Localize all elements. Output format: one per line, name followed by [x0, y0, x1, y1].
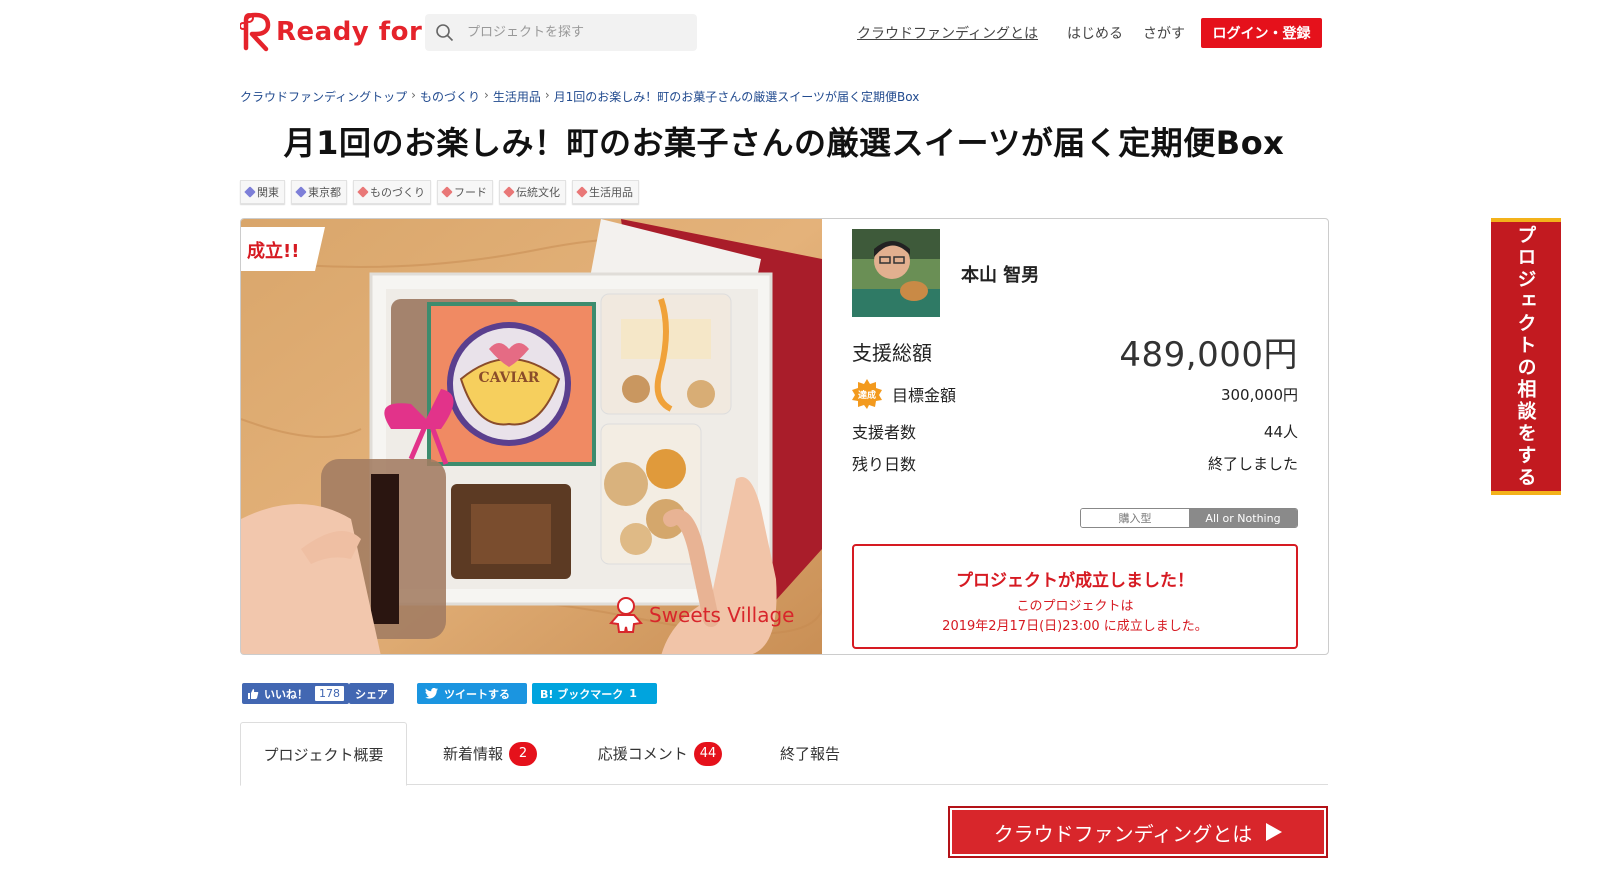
project-card: CAVIAR 成立!! Sweets Village 本山 智男 支援総額 48… [240, 218, 1329, 655]
total-label: 支援総額 [852, 341, 932, 365]
breadcrumb: クラウドファンディングトップ › ものづくり › 生活用品 › 月1回のお楽しみ… [240, 88, 919, 105]
days-left-row: 残り日数 終了しました [852, 451, 1298, 475]
tag-label: 生活用品 [589, 186, 633, 199]
news-count-badge: 2 [509, 741, 537, 766]
search-box[interactable] [425, 14, 697, 51]
type-purchase: 購入型 [1081, 509, 1189, 527]
success-flag-badge: 成立!! [241, 227, 325, 271]
gingerbread-icon [609, 597, 643, 633]
project-success-notice: プロジェクトが成立しました！ このプロジェクトは 2019年2月17日(日)23… [852, 544, 1298, 649]
owner-photo-image [852, 229, 940, 317]
breadcrumb-item[interactable]: 生活用品 [493, 88, 541, 105]
fb-like-count: 178 [315, 686, 344, 701]
tag-monozukuri[interactable]: ものづくり [353, 180, 431, 204]
tag-label: 伝統文化 [516, 186, 560, 199]
search-icon [436, 23, 454, 41]
comments-count-badge: 44 [693, 741, 723, 766]
sweets-box-photo: CAVIAR [241, 219, 822, 654]
hatena-bookmark-button[interactable]: B! ブックマーク 1 [532, 683, 657, 704]
fb-like-label: いいね！ [264, 687, 308, 701]
breadcrumb-item[interactable]: 月1回のお楽しみ！町のお菓子さんの厳選スイーツが届く定期便Box [554, 88, 920, 105]
project-consultation-side-tab[interactable]: プロジェクトの相談をする [1491, 218, 1561, 495]
achieved-badge-icon: 達成 [852, 379, 882, 409]
tab-project-overview[interactable]: プロジェクト概要 [240, 722, 407, 786]
readyfor-logo[interactable]: Ready for [240, 12, 422, 52]
tag-label: ものづくり [370, 186, 425, 199]
facebook-share-button[interactable]: シェア [349, 683, 394, 704]
sweets-village-logo: Sweets Village [609, 597, 794, 633]
days-value: 終了しました [1207, 454, 1298, 473]
backers-label: 支援者数 [852, 423, 917, 442]
success-flag-text: 成立!! [247, 240, 299, 262]
days-label: 残り日数 [852, 455, 917, 474]
tag-icon [441, 186, 453, 198]
backers-value: 44人 [1263, 422, 1298, 441]
breadcrumb-separator: › [484, 88, 489, 102]
logo-ribbon-icon [240, 12, 271, 52]
nav-about-crowdfunding[interactable]: クラウドファンディングとは [857, 23, 1038, 43]
page-title: 月1回のお楽しみ！町のお菓子さんの厳選スイーツが届く定期便Box [283, 124, 1285, 162]
caviar-text: CAVIAR [479, 370, 540, 386]
breadcrumb-separator: › [411, 88, 416, 102]
tag-tokyo[interactable]: 東京都 [291, 180, 347, 204]
tweet-label: ツイートする [444, 687, 510, 701]
twitter-bird-icon [425, 688, 438, 699]
owner-name[interactable]: 本山 智男 [961, 261, 1039, 287]
play-arrow-icon [1266, 823, 1283, 841]
tag-icon [576, 186, 588, 198]
hatena-label: B! ブックマーク [540, 687, 624, 701]
tab-label: 応援コメント [597, 745, 688, 763]
total-value: 489,000円 [1119, 335, 1298, 375]
achieved-badge-text: 達成 [858, 389, 876, 401]
goal-label: 目標金額 [892, 386, 957, 405]
success-line-1: このプロジェクトは [1016, 599, 1134, 614]
owner-avatar[interactable] [852, 229, 940, 317]
tab-label: 新着情報 [442, 745, 503, 763]
tag-label: 関東 [257, 186, 279, 199]
tag-icon [357, 186, 369, 198]
tag-traditional-culture[interactable]: 伝統文化 [499, 180, 566, 204]
thumbs-up-icon [248, 688, 259, 699]
goal-value: 300,000円 [1220, 385, 1298, 404]
nav-search[interactable]: さがす [1143, 23, 1185, 43]
tab-final-report[interactable]: 終了報告 [770, 722, 850, 785]
about-crowdfunding-button[interactable]: クラウドファンディングとは [948, 806, 1328, 858]
nav-start[interactable]: はじめる [1067, 23, 1123, 43]
goal-amount-row: 達成 目標金額 300,000円 [852, 379, 1298, 409]
type-all-or-nothing: All or Nothing [1189, 509, 1297, 527]
backers-row: 支援者数 44人 [852, 419, 1298, 443]
funding-type-toggle: 購入型 All or Nothing [1080, 508, 1298, 528]
tag-label: フード [454, 186, 487, 199]
tab-support-comments[interactable]: 応援コメント 44 [585, 722, 735, 785]
search-input[interactable] [467, 25, 667, 40]
success-heading: プロジェクトが成立しました！ [956, 571, 1194, 591]
tag-label: 東京都 [308, 186, 341, 199]
project-tabs: プロジェクト概要 新着情報 2 応援コメント 44 終了報告 [240, 722, 1328, 786]
tag-list: 関東 東京都 ものづくり フード 伝統文化 生活用品 [240, 180, 639, 204]
login-register-button[interactable]: ログイン・登録 [1201, 18, 1322, 48]
tab-label: プロジェクト概要 [263, 745, 384, 764]
tag-icon [244, 186, 256, 198]
tag-food[interactable]: フード [437, 180, 493, 204]
logo-text: Ready for [276, 17, 423, 47]
hatena-count: 1 [629, 687, 637, 700]
tab-news[interactable]: 新着情報 2 [430, 722, 550, 785]
tag-daily-goods[interactable]: 生活用品 [572, 180, 639, 204]
project-hero-image: CAVIAR 成立!! Sweets Village [241, 219, 822, 654]
cf-button-label: クラウドファンディングとは [993, 821, 1253, 846]
facebook-like-button[interactable]: いいね！ 178 [242, 683, 349, 704]
tab-label: 終了報告 [779, 745, 840, 763]
success-line-2: 2019年2月17日(日)23:00 に成立しました。 [942, 618, 1208, 634]
tag-icon [503, 186, 515, 198]
breadcrumb-item[interactable]: ものづくり [420, 88, 480, 105]
tag-kanto[interactable]: 関東 [240, 180, 285, 204]
tag-icon [295, 186, 307, 198]
total-amount-row: 支援総額 489,000円 [852, 327, 1298, 376]
breadcrumb-item[interactable]: クラウドファンディングトップ [240, 88, 407, 105]
tweet-button[interactable]: ツイートする [417, 683, 527, 704]
breadcrumb-separator: › [544, 88, 550, 102]
sweets-village-text: Sweets Village [649, 603, 795, 627]
